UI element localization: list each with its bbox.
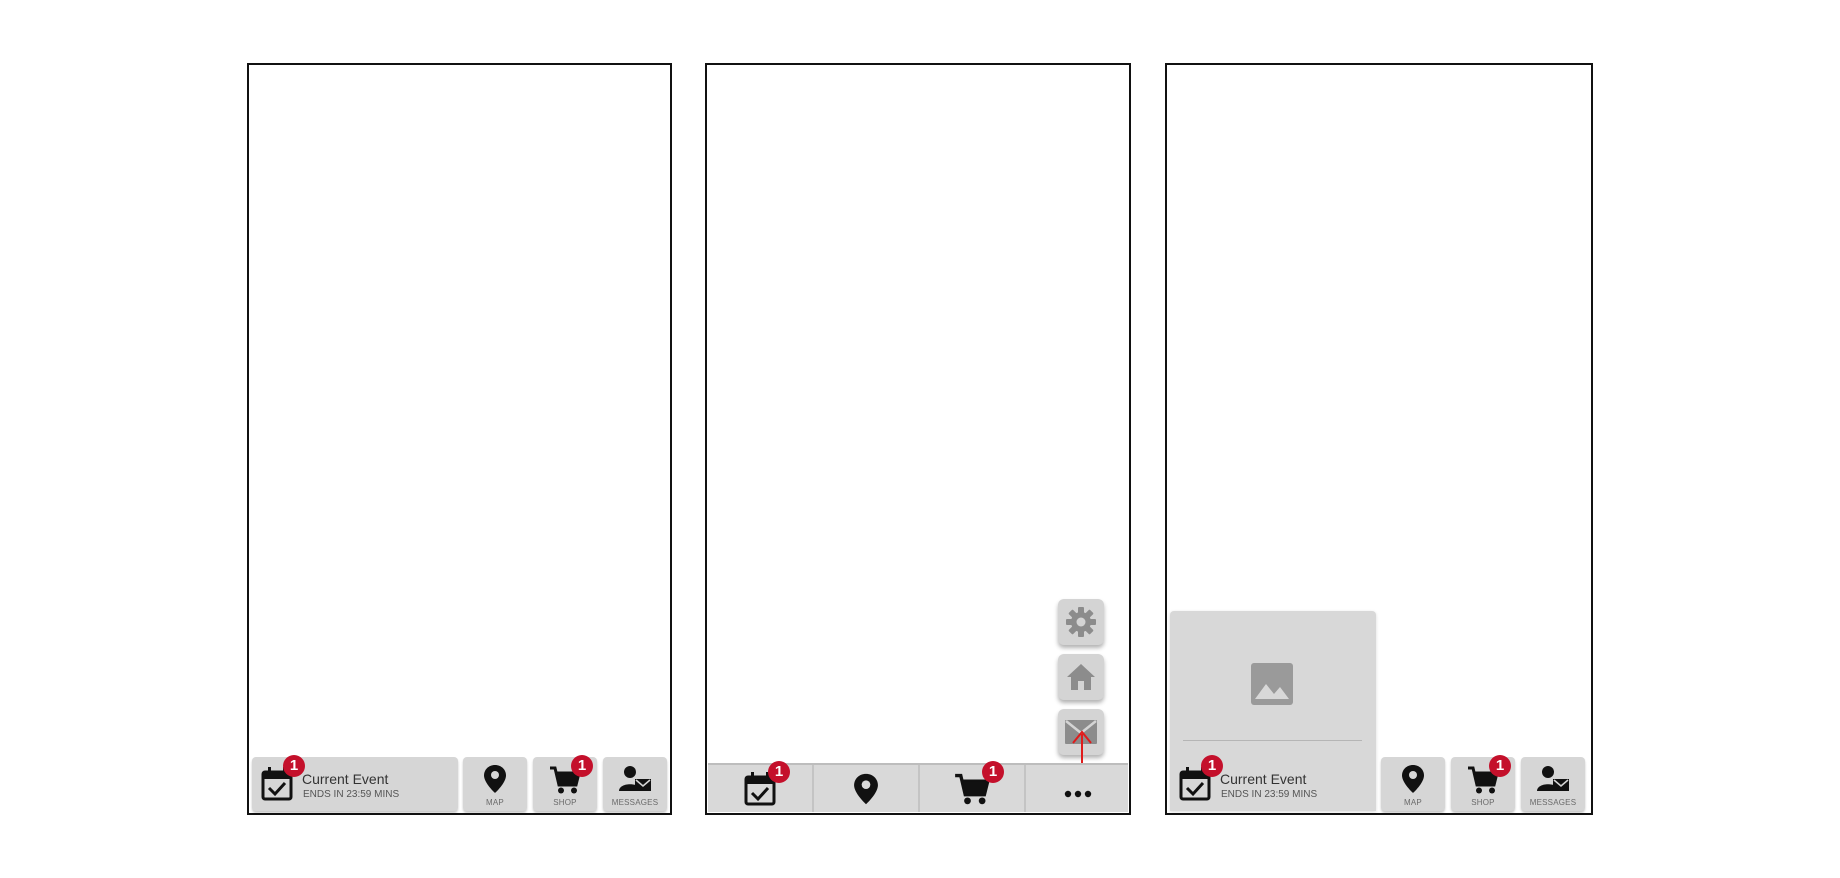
messages-tab-label: MESSAGES — [1529, 798, 1577, 807]
event-title: Current Event — [302, 771, 389, 787]
map-tab-label: MAP — [1404, 798, 1422, 807]
nav-map[interactable] — [814, 765, 920, 812]
bottom-nav-bar: 1 1 — [708, 761, 1130, 812]
nav-more[interactable] — [1026, 765, 1130, 812]
home-icon — [1065, 661, 1097, 698]
map-tab[interactable]: MAP — [463, 757, 527, 811]
phone-mockup-3: 1 Current Event ENDS IN 23:59 MINS MAP 1… — [1165, 63, 1593, 815]
event-badge: 1 — [768, 761, 790, 783]
messages-tab[interactable]: MESSAGES — [1521, 757, 1585, 811]
map-pin-icon — [1401, 764, 1425, 794]
nav-shop[interactable]: 1 — [920, 761, 1026, 812]
map-pin-icon — [483, 764, 507, 794]
shop-tab-label: SHOP — [1471, 798, 1495, 807]
home-button[interactable] — [1058, 654, 1104, 700]
phone-mockup-1: 1 Current Event ENDS IN 23:59 MINS MAP 1… — [247, 63, 672, 815]
map-tab-label: MAP — [486, 798, 504, 807]
nav-events[interactable]: 1 — [708, 761, 814, 812]
gear-icon — [1065, 606, 1097, 643]
map-pin-icon — [853, 772, 879, 811]
panel-divider — [1183, 740, 1362, 741]
person-mail-icon — [1536, 765, 1570, 793]
more-dots-icon — [1064, 785, 1092, 803]
shop-tab[interactable]: 1 SHOP — [533, 755, 597, 811]
event-subtitle: ENDS IN 23:59 MINS — [1221, 789, 1318, 800]
shop-tab[interactable]: 1 SHOP — [1451, 755, 1515, 811]
phone-mockup-2: 1 1 — [705, 63, 1131, 815]
current-event-tab[interactable]: 1 Current Event ENDS IN 23:59 MINS — [252, 755, 458, 811]
image-icon — [1250, 662, 1294, 711]
event-title: Current Event — [1220, 771, 1307, 787]
messages-tab-label: MESSAGES — [611, 798, 659, 807]
shop-badge: 1 — [571, 755, 593, 777]
settings-button[interactable] — [1058, 599, 1104, 645]
event-subtitle: ENDS IN 23:59 MINS — [303, 789, 400, 800]
messages-tab[interactable]: MESSAGES — [603, 757, 667, 811]
shop-badge: 1 — [1489, 755, 1511, 777]
shop-badge: 1 — [982, 761, 1004, 783]
event-preview-panel[interactable]: 1 Current Event ENDS IN 23:59 MINS — [1170, 611, 1376, 811]
shop-tab-label: SHOP — [553, 798, 577, 807]
person-mail-icon — [618, 765, 652, 793]
map-tab[interactable]: MAP — [1381, 757, 1445, 811]
